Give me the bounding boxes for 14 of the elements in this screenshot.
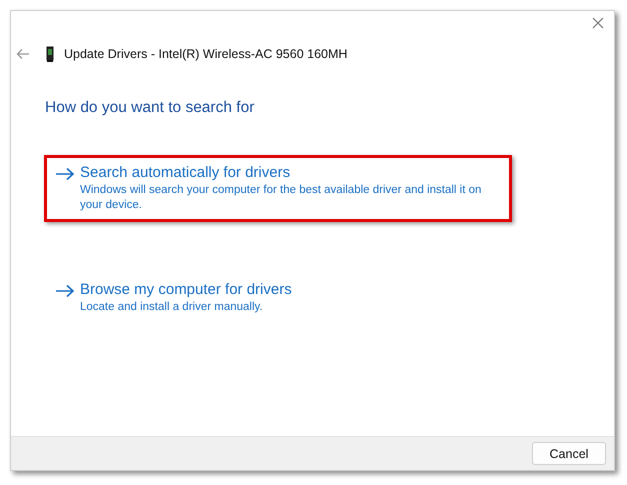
device-icon <box>46 46 54 62</box>
arrow-icon <box>55 167 75 181</box>
arrow-icon <box>55 284 75 298</box>
option-title: Browse my computer for drivers <box>80 281 292 298</box>
back-arrow-icon[interactable] <box>16 48 30 60</box>
page-heading: How do you want to search for <box>45 99 256 117</box>
search-option[interactable]: Search automatically for drivers Windows will search your computer for the best available driver and install it on your device. <box>44 155 512 222</box>
window-title: Update Drivers - Intel(R) Wireless-AC 9560 160MH <box>64 47 348 61</box>
option-description: Windows will search your computer for the best available driver and install it on your device. <box>80 183 482 213</box>
cancel-button[interactable]: Cancel <box>532 442 606 465</box>
option-title: Search automatically for drivers <box>80 164 292 181</box>
option-description: Locate and install a driver manually. <box>80 300 264 315</box>
close-icon[interactable] <box>592 17 604 29</box>
search-option[interactable]: Browse my computer for drivers Locate and install a driver manually. <box>44 272 512 324</box>
